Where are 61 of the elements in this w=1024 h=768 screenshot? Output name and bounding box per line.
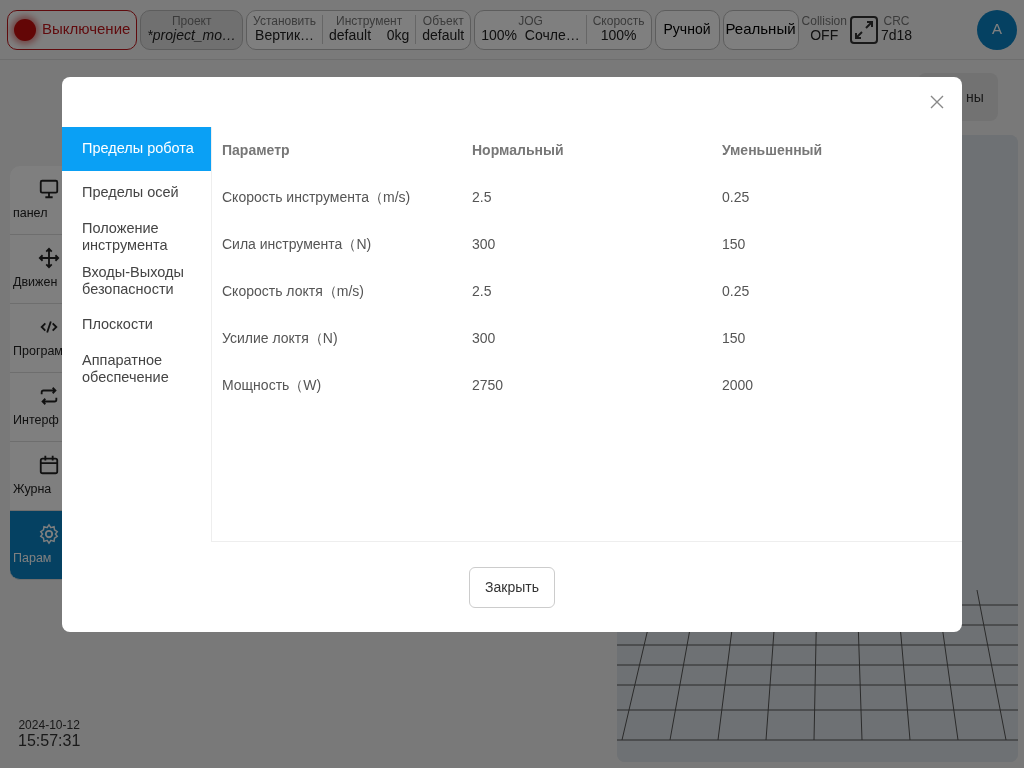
status-caption: Установить: [253, 15, 317, 29]
menu-item[interactable]: Аппаратное обеспечение: [62, 347, 211, 391]
status-group[interactable]: JOG 100% Сочле… Скорость 100%: [474, 9, 652, 50]
status-value: 7d18: [880, 28, 913, 44]
swap-icon: [38, 384, 60, 407]
status-value: OFF: [809, 28, 840, 44]
status-caption: CRC: [882, 15, 911, 29]
close-icon[interactable]: [930, 95, 944, 109]
settings-icon: [38, 522, 60, 545]
power-button[interactable]: Выключение: [7, 9, 138, 50]
table-cell-text: 0.25: [721, 282, 751, 301]
menu-item[interactable]: Положение инструмента: [62, 215, 211, 259]
status-caption: Объект: [422, 15, 465, 29]
table-cell-text: 150: [721, 329, 747, 348]
table-cell-text: Сила инструмента（N): [221, 235, 373, 254]
table-cell-text: Скорость инструмента（m/s): [221, 188, 412, 207]
status-value: Вертик…: [254, 28, 316, 44]
table-cell-text: Усилие локтя（N): [221, 329, 339, 348]
sidebar-item[interactable]: Журна: [10, 442, 62, 511]
avatar[interactable]: A: [977, 9, 1017, 50]
status-value: default: [422, 28, 465, 44]
status-group[interactable]: Установить Вертик… Инструмент default 0kg Объект default: [246, 9, 472, 50]
status-value: 100%: [600, 28, 637, 44]
move-icon: [38, 246, 60, 269]
table-cell-text: 0.25: [721, 188, 751, 207]
close-button[interactable]: Закрыть: [469, 566, 555, 608]
monitor-icon: [38, 177, 60, 200]
mode-button[interactable]: Реальный: [722, 9, 799, 50]
status-value: *project_mo…: [147, 28, 237, 44]
column-header: Уменьшенный: [721, 141, 824, 160]
status-caption: Скорость: [592, 15, 645, 29]
table-cell-text: 2.5: [471, 188, 493, 207]
sidebar-item[interactable]: Парам: [10, 511, 62, 580]
column-header: Параметр: [221, 141, 291, 160]
table-cell-text: Скорость локтя（m/s): [221, 282, 365, 301]
menu-item[interactable]: Плоскости: [62, 303, 211, 347]
table-cell-text: 2.5: [471, 282, 493, 301]
status-caption: Collision: [801, 15, 847, 29]
time-text: 15:57:31: [18, 732, 81, 750]
fullscreen-icon[interactable]: [849, 15, 878, 44]
sidebar-item[interactable]: Програм: [10, 304, 62, 373]
table-cell-text: 150: [721, 235, 747, 254]
menu-item[interactable]: Пределы осей: [62, 171, 211, 215]
menu-item[interactable]: Пределы робота: [62, 127, 211, 171]
sidebar-item[interactable]: Интерф: [10, 373, 62, 442]
menu-item[interactable]: Входы-Выходы безопасности: [62, 259, 211, 303]
calendar-icon: [38, 453, 60, 476]
column-header: Нормальный: [471, 141, 565, 160]
status-value: 100% Сочле…: [481, 28, 580, 44]
mode-button[interactable]: Ручной: [654, 9, 720, 50]
table-cell-text: 300: [471, 235, 497, 254]
status-caption: JOG: [517, 15, 544, 29]
sidebar-item[interactable]: панел: [10, 166, 62, 235]
status-value: default 0kg: [329, 28, 410, 44]
sidebar-item[interactable]: Движен: [10, 235, 62, 304]
status-caption: Инструмент: [335, 15, 404, 29]
table-cell-text: Мощность（W): [221, 376, 323, 395]
date-text: 2024-10-12: [18, 719, 81, 733]
table-cell-text: 300: [471, 329, 497, 348]
table-cell-text: 2000: [721, 376, 755, 395]
table-cell-text: 2750: [471, 376, 505, 395]
